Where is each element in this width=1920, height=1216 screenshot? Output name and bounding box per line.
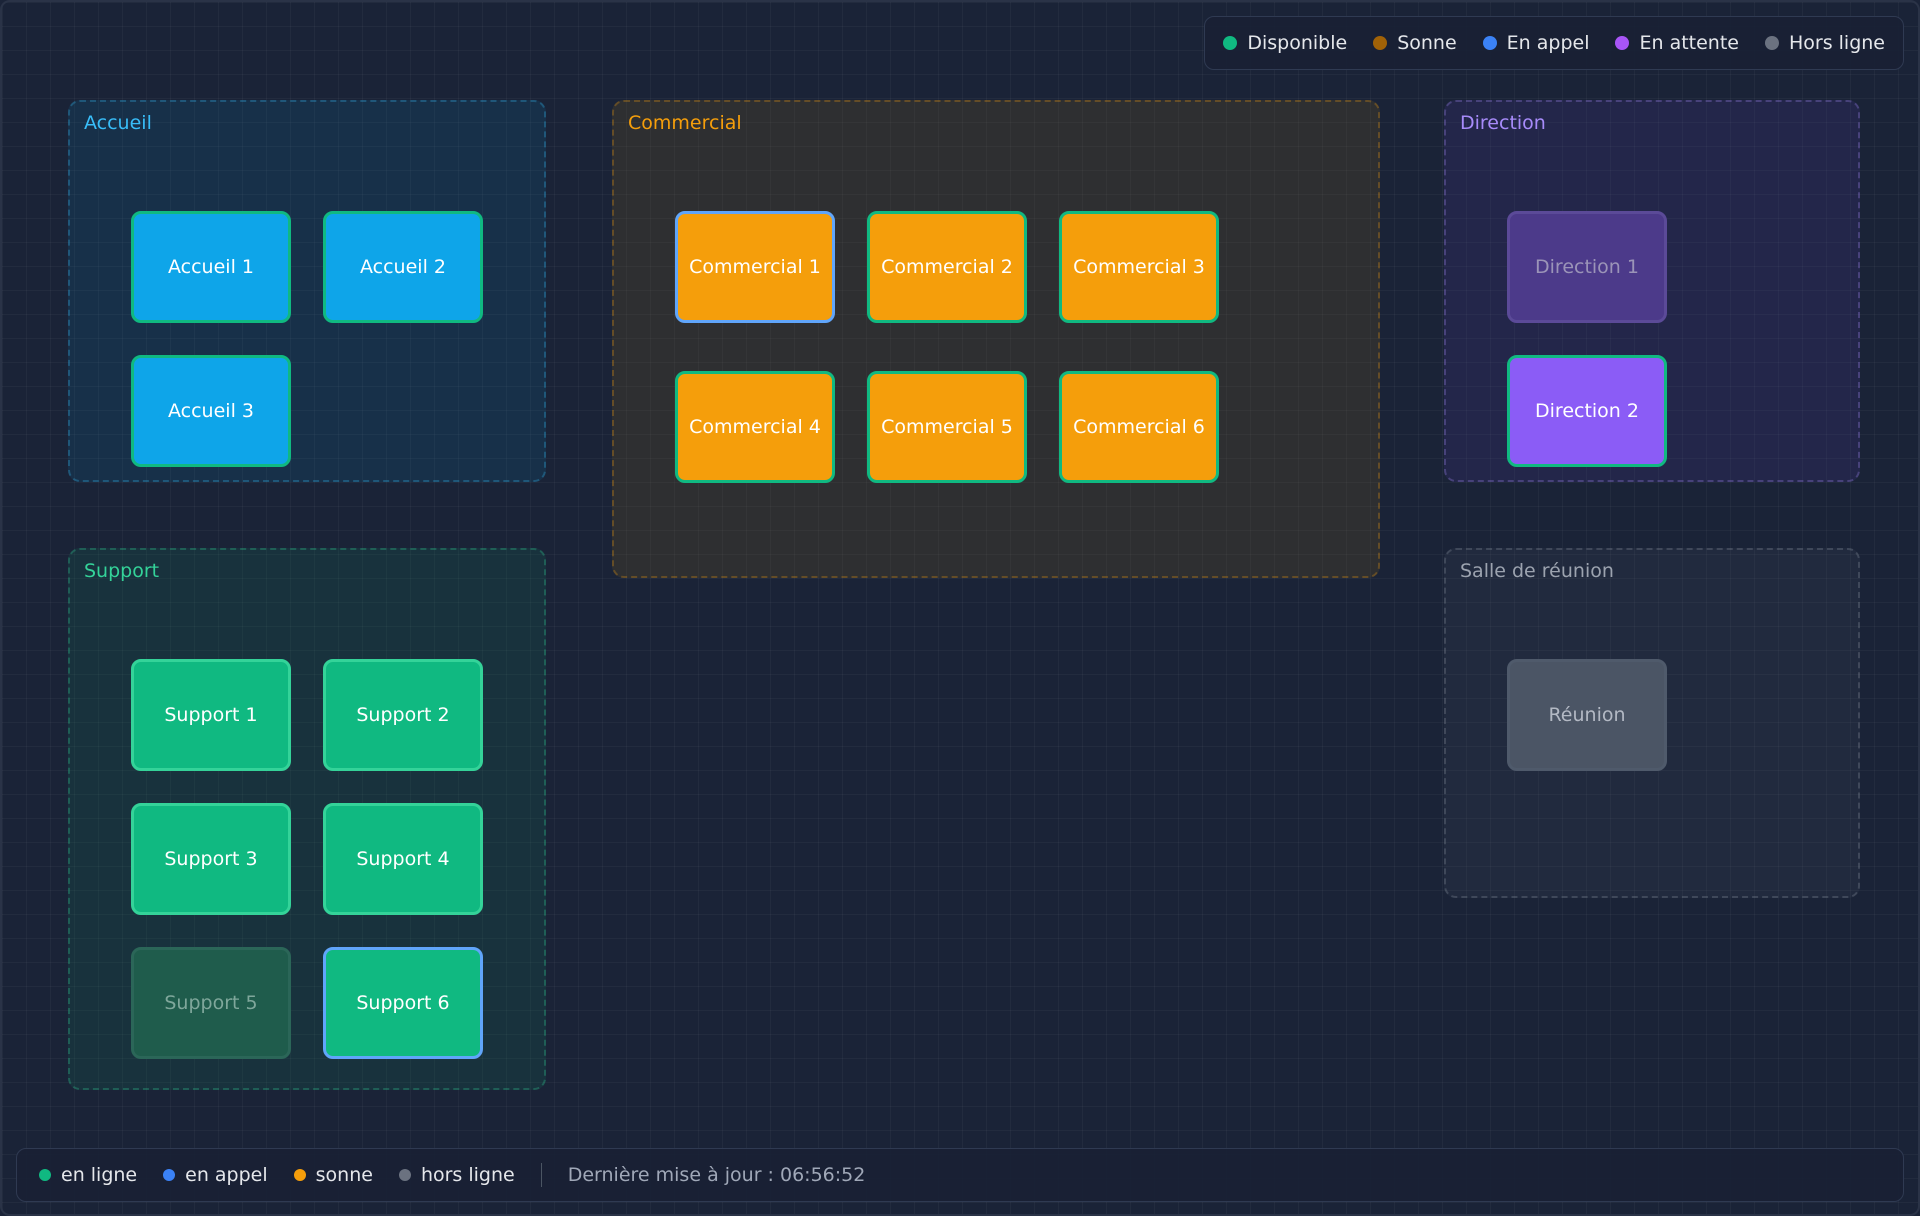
extension-commercial-4[interactable]: Commercial 4 [675, 371, 835, 483]
pbx-dashboard: Disponible Sonne En appel En attente Hor… [0, 0, 1920, 1216]
status-bar: en ligne en appel sonne hors ligne Derni… [16, 1148, 1904, 1202]
legend-item-in-call: En appel [1482, 32, 1590, 54]
legend-item-offline: Hors ligne [1764, 32, 1885, 54]
extension-reunion[interactable]: Réunion [1507, 659, 1667, 771]
extension-support-2[interactable]: Support 2 [323, 659, 483, 771]
legend-label: Sonne [1397, 32, 1457, 54]
group-title: Support [84, 560, 160, 582]
legend-dot-icon [1482, 36, 1497, 50]
extension-support-1[interactable]: Support 1 [131, 659, 291, 771]
footer-label: en ligne [61, 1164, 138, 1186]
status-dot-icon [163, 1169, 176, 1181]
status-dot-icon [398, 1169, 411, 1181]
status-dot-icon [293, 1169, 306, 1181]
group-title: Accueil [84, 112, 152, 134]
footer-divider [540, 1163, 542, 1187]
extension-commercial-6[interactable]: Commercial 6 [1059, 371, 1219, 483]
extension-support-4[interactable]: Support 4 [323, 803, 483, 915]
extension-support-6[interactable]: Support 6 [323, 947, 483, 1059]
legend-item-ringing: Sonne [1373, 32, 1457, 54]
group-title: Commercial [628, 112, 742, 134]
extension-accueil-2[interactable]: Accueil 2 [323, 211, 483, 323]
legend-dot-icon [1223, 36, 1238, 50]
legend-label: En appel [1506, 32, 1590, 54]
legend-label: En attente [1639, 32, 1739, 54]
extension-commercial-5[interactable]: Commercial 5 [867, 371, 1027, 483]
footer-label: sonne [315, 1164, 373, 1186]
footer-item-ringing: sonne [293, 1164, 373, 1186]
extension-support-5[interactable]: Support 5 [131, 947, 291, 1059]
legend-dot-icon [1615, 36, 1630, 50]
last-update-text: Dernière mise à jour : 06:56:52 [567, 1164, 866, 1186]
legend-dot-icon [1764, 36, 1779, 50]
footer-item-in-call: en appel [163, 1164, 268, 1186]
extension-commercial-3[interactable]: Commercial 3 [1059, 211, 1219, 323]
legend-label: Disponible [1247, 32, 1348, 54]
legend-item-on-hold: En attente [1615, 32, 1739, 54]
group-commercial: Commercial [612, 100, 1380, 578]
extension-commercial-2[interactable]: Commercial 2 [867, 211, 1027, 323]
status-legend: Disponible Sonne En appel En attente Hor… [1204, 16, 1904, 70]
extension-direction-1[interactable]: Direction 1 [1507, 211, 1667, 323]
legend-item-available: Disponible [1223, 32, 1347, 54]
group-title: Salle de réunion [1460, 560, 1614, 582]
footer-item-online: en ligne [39, 1164, 137, 1186]
extension-accueil-3[interactable]: Accueil 3 [131, 355, 291, 467]
extension-direction-2[interactable]: Direction 2 [1507, 355, 1667, 467]
status-dot-icon [39, 1169, 51, 1181]
footer-label: en appel [185, 1164, 268, 1186]
legend-dot-icon [1373, 36, 1388, 50]
footer-item-offline: hors ligne [398, 1164, 515, 1186]
extension-support-3[interactable]: Support 3 [131, 803, 291, 915]
legend-label: Hors ligne [1788, 32, 1885, 54]
extension-commercial-1[interactable]: Commercial 1 [675, 211, 835, 323]
footer-label: hors ligne [420, 1164, 515, 1186]
group-title: Direction [1460, 112, 1546, 134]
extension-accueil-1[interactable]: Accueil 1 [131, 211, 291, 323]
